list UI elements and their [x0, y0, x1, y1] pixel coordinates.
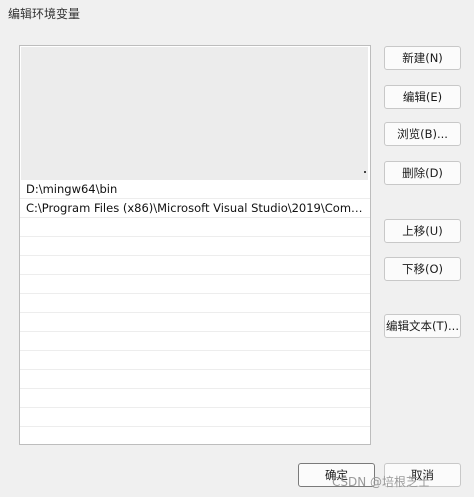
- empty-row[interactable]: [20, 218, 370, 237]
- title-bar: 编辑环境变量: [0, 0, 474, 26]
- empty-row[interactable]: [20, 332, 370, 351]
- empty-row[interactable]: [20, 351, 370, 370]
- empty-row[interactable]: [20, 294, 370, 313]
- list-empty-area: [21, 47, 368, 180]
- browse-button[interactable]: 浏览(B)...: [384, 122, 461, 146]
- edit-text-button[interactable]: 编辑文本(T)...: [384, 314, 461, 338]
- path-rows: D:\mingw64\bin C:\Program Files (x86)\Mi…: [20, 180, 370, 427]
- empty-row[interactable]: [20, 256, 370, 275]
- empty-row[interactable]: [20, 237, 370, 256]
- empty-row[interactable]: [20, 408, 370, 427]
- empty-row[interactable]: [20, 389, 370, 408]
- move-up-button[interactable]: 上移(U): [384, 219, 461, 243]
- delete-button[interactable]: 删除(D): [384, 161, 461, 185]
- move-down-button[interactable]: 下移(O): [384, 257, 461, 281]
- csdn-watermark: CSDN @培根芝士: [332, 475, 431, 489]
- text-caret: [364, 171, 366, 173]
- path-list[interactable]: D:\mingw64\bin C:\Program Files (x86)\Mi…: [19, 45, 371, 445]
- empty-row[interactable]: [20, 313, 370, 332]
- path-row[interactable]: C:\Program Files (x86)\Microsoft Visual …: [20, 199, 370, 218]
- empty-row[interactable]: [20, 370, 370, 389]
- edit-env-variable-dialog: 编辑环境变量 D:\mingw64\bin C:\Program Files (…: [0, 0, 474, 497]
- edit-button[interactable]: 编辑(E): [384, 85, 461, 109]
- path-row[interactable]: D:\mingw64\bin: [20, 180, 370, 199]
- empty-row[interactable]: [20, 275, 370, 294]
- window-title: 编辑环境变量: [8, 6, 81, 21]
- new-button[interactable]: 新建(N): [384, 46, 461, 70]
